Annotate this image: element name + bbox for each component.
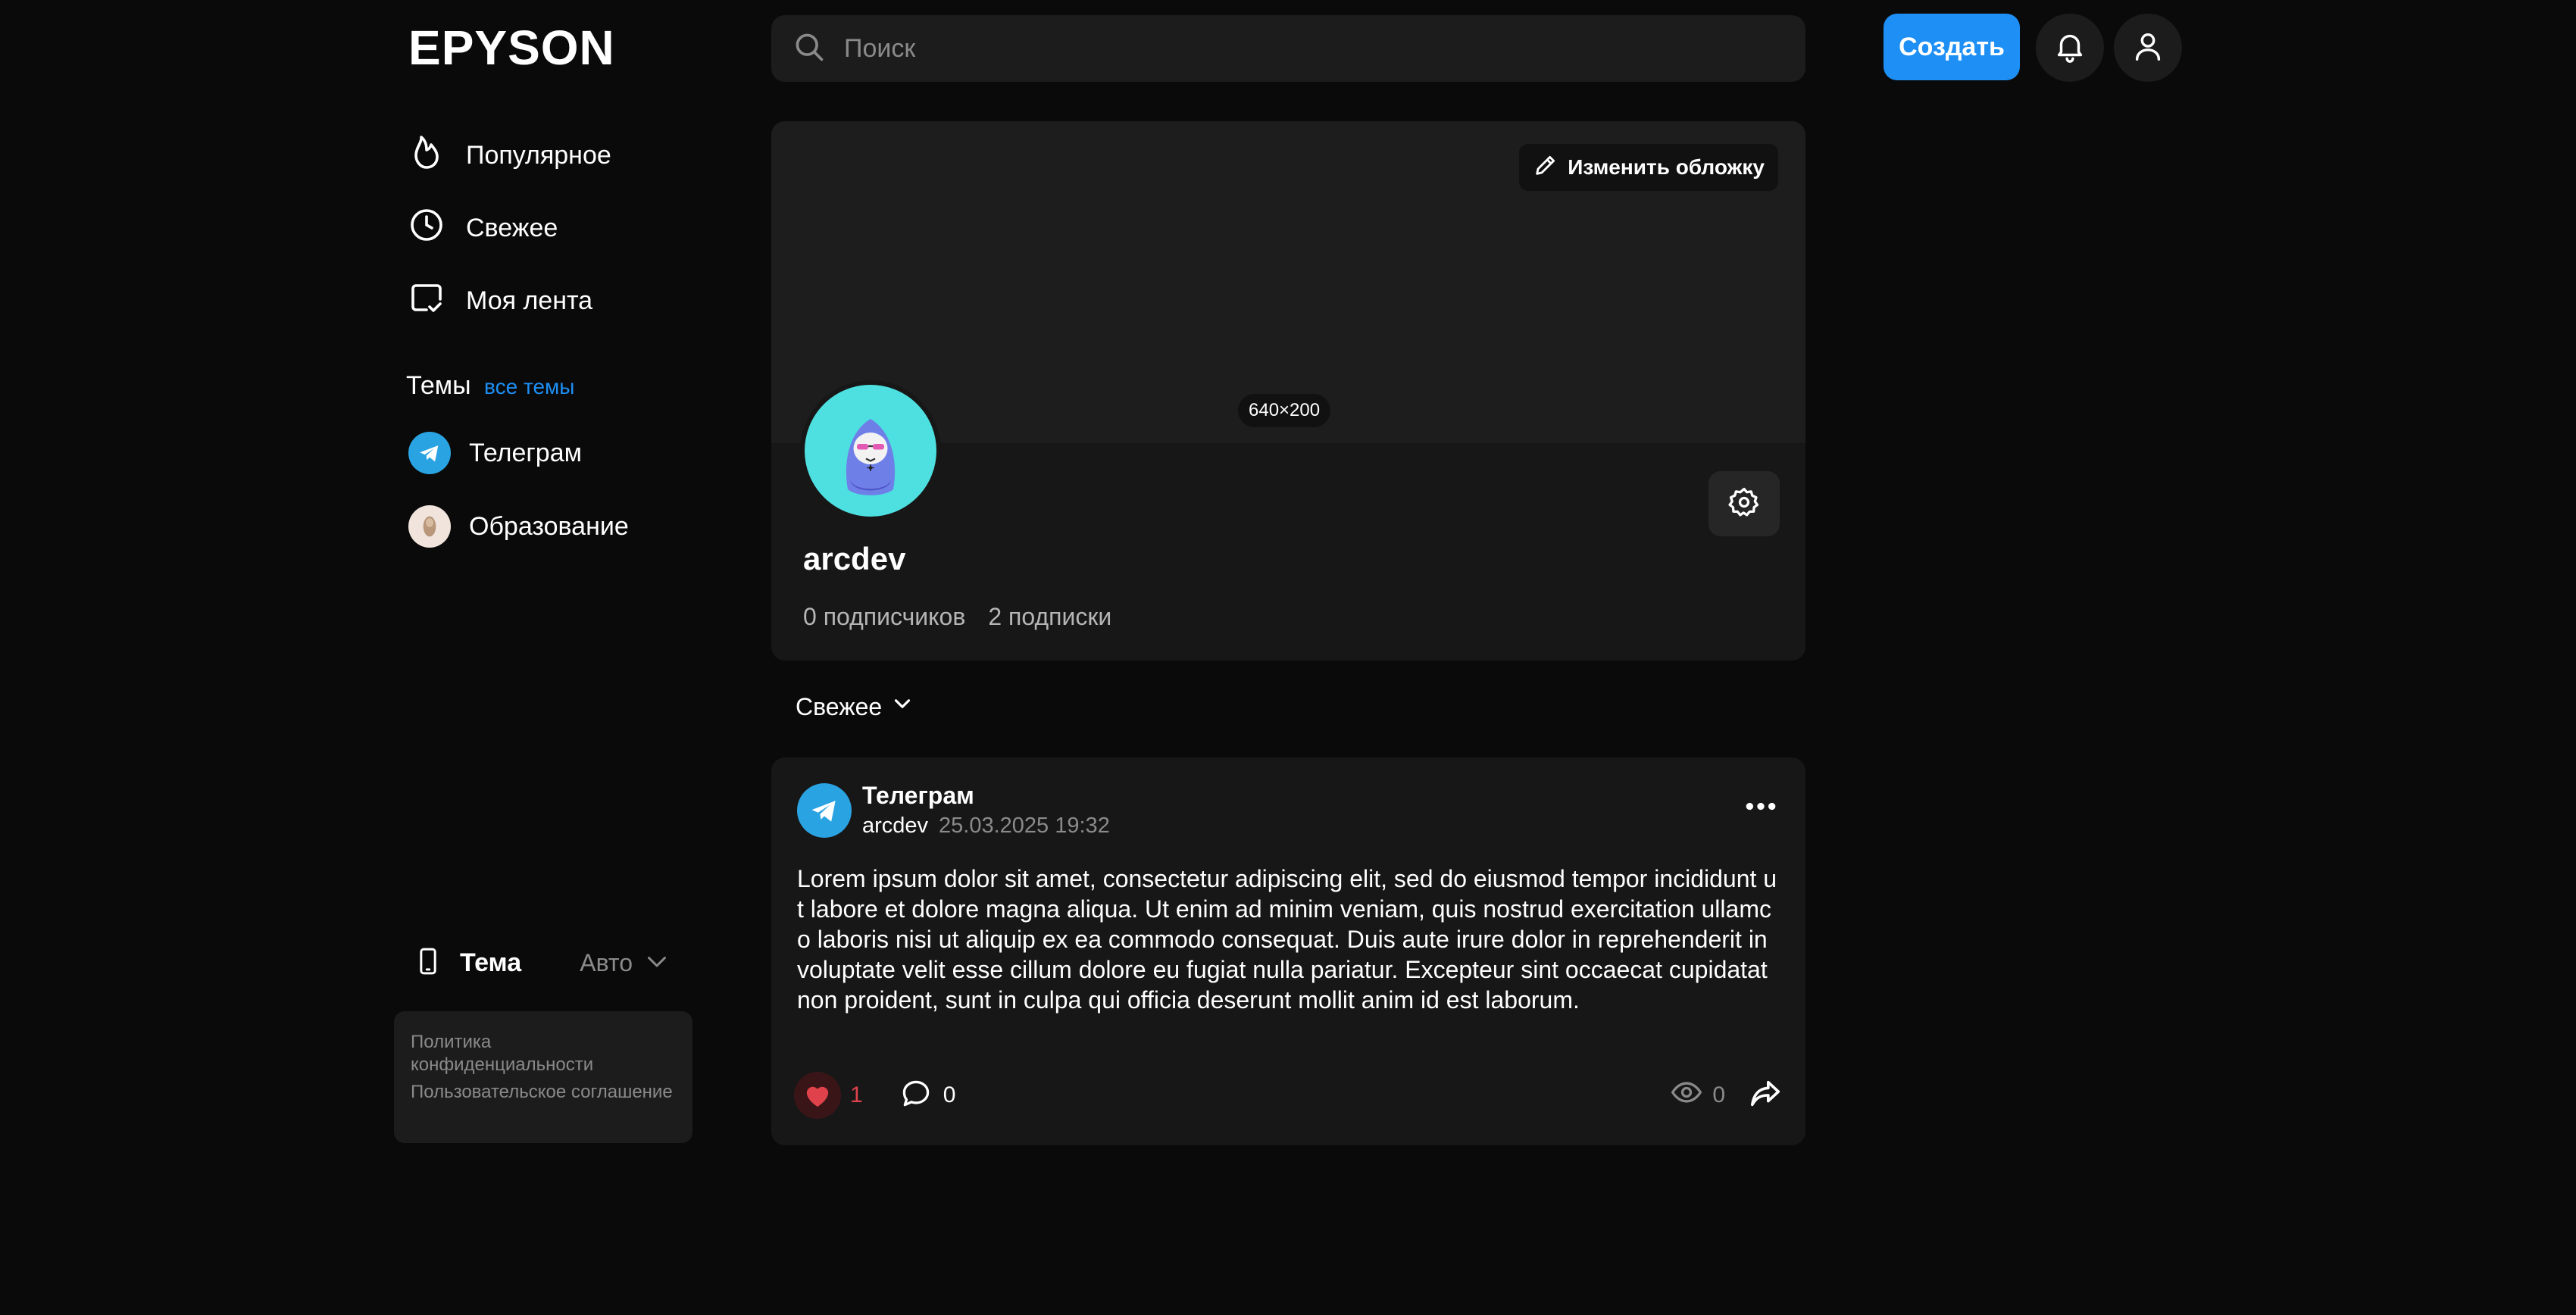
theme-label: Тема [460,948,522,977]
comment-icon [899,1077,933,1114]
nav-item-fresh[interactable]: Свежее [408,201,558,255]
app-logo[interactable]: EPYSON [408,20,615,76]
heart-icon [794,1072,841,1119]
topic-label: Образование [469,511,629,541]
fire-icon [408,134,466,177]
more-dots-icon [1746,801,1776,814]
cover-size-badge: 640×200 [1238,394,1331,427]
search-icon [792,30,826,67]
followers-count[interactable]: 0 подписчиков [803,603,965,631]
education-avatar [408,505,451,548]
nav-item-label: Свежее [466,213,558,242]
user-icon [2131,29,2165,67]
create-button[interactable]: Создать [1884,14,2020,80]
post-actions: 1 0 0 [794,1068,1783,1123]
telegram-icon[interactable] [797,783,852,838]
nav-item-popular[interactable]: Популярное [408,129,611,182]
views-count: 0 [1712,1082,1725,1107]
nav-item-label: Моя лента [466,286,593,315]
like-button[interactable]: 1 [794,1072,863,1119]
following-count[interactable]: 2 подписки [988,603,1111,631]
search-bar[interactable] [771,15,1805,82]
bell-icon [2052,29,2087,67]
search-input[interactable] [844,33,1753,64]
profile-stats: 0 подписчиков 2 подписки [803,603,1111,631]
chevron-down-icon [882,691,915,723]
share-arrow-icon [1748,1076,1783,1115]
privacy-policy-link[interactable]: Политика конфиденциальности [411,1031,676,1076]
all-topics-link[interactable]: все темы [484,375,574,398]
theme-selector[interactable]: Тема Авто [413,936,671,989]
theme-value: Авто [580,948,633,976]
topic-item-education[interactable]: Образование [408,500,629,553]
clock-icon [408,207,466,250]
nav-item-my-feed[interactable]: Моя лента [408,274,592,327]
topics-heading: Темы все темы [406,371,574,401]
avatar[interactable] [800,380,941,521]
post-more-button[interactable] [1742,792,1780,823]
comment-button[interactable]: 0 [899,1077,956,1114]
user-agreement-link[interactable]: Пользовательское соглашение [411,1081,676,1104]
pencil-icon [1533,152,1568,183]
comment-count: 0 [943,1082,956,1107]
post-date: 25.03.2025 19:32 [939,814,1110,838]
views-counter: 0 [1670,1076,1725,1115]
sort-label: Свежее [796,692,883,720]
post-card: Телеграм arcdev 25.03.2025 19:32 Lorem ip… [771,757,1805,1145]
feed-sort-dropdown[interactable]: Свежее [796,691,915,723]
post-text: Lorem ipsum dolor sit amet, consectetur … [797,865,1777,1014]
profile-card: Изменить обложку 640×200 arcdev 0 подпис… [771,121,1805,661]
gear-icon [1727,486,1761,523]
chevron-down-icon [643,948,671,979]
share-button[interactable] [1748,1076,1783,1115]
nav-item-label: Популярное [466,140,611,170]
like-count: 1 [850,1082,863,1107]
telegram-icon [408,432,451,474]
profile-settings-button[interactable] [1708,471,1780,536]
topic-label: Телеграм [469,438,582,467]
phone-icon [413,946,443,980]
profile-username: arcdev [803,541,906,576]
eye-icon [1670,1076,1712,1115]
post-meta: arcdev 25.03.2025 19:32 [862,814,1110,839]
post-topic[interactable]: Телеграм [862,782,974,810]
feed-check-icon [408,280,466,323]
edit-cover-button[interactable]: Изменить обложку [1519,144,1778,191]
edit-cover-label: Изменить обложку [1568,155,1765,179]
topics-title: Темы [406,371,471,400]
legal-links: Политика конфиденциальности Пользователь… [394,1011,692,1143]
profile-button[interactable] [2114,14,2182,82]
topic-item-telegram[interactable]: Телеграм [408,426,582,479]
post-author[interactable]: arcdev [862,814,928,838]
notifications-button[interactable] [2036,14,2104,82]
